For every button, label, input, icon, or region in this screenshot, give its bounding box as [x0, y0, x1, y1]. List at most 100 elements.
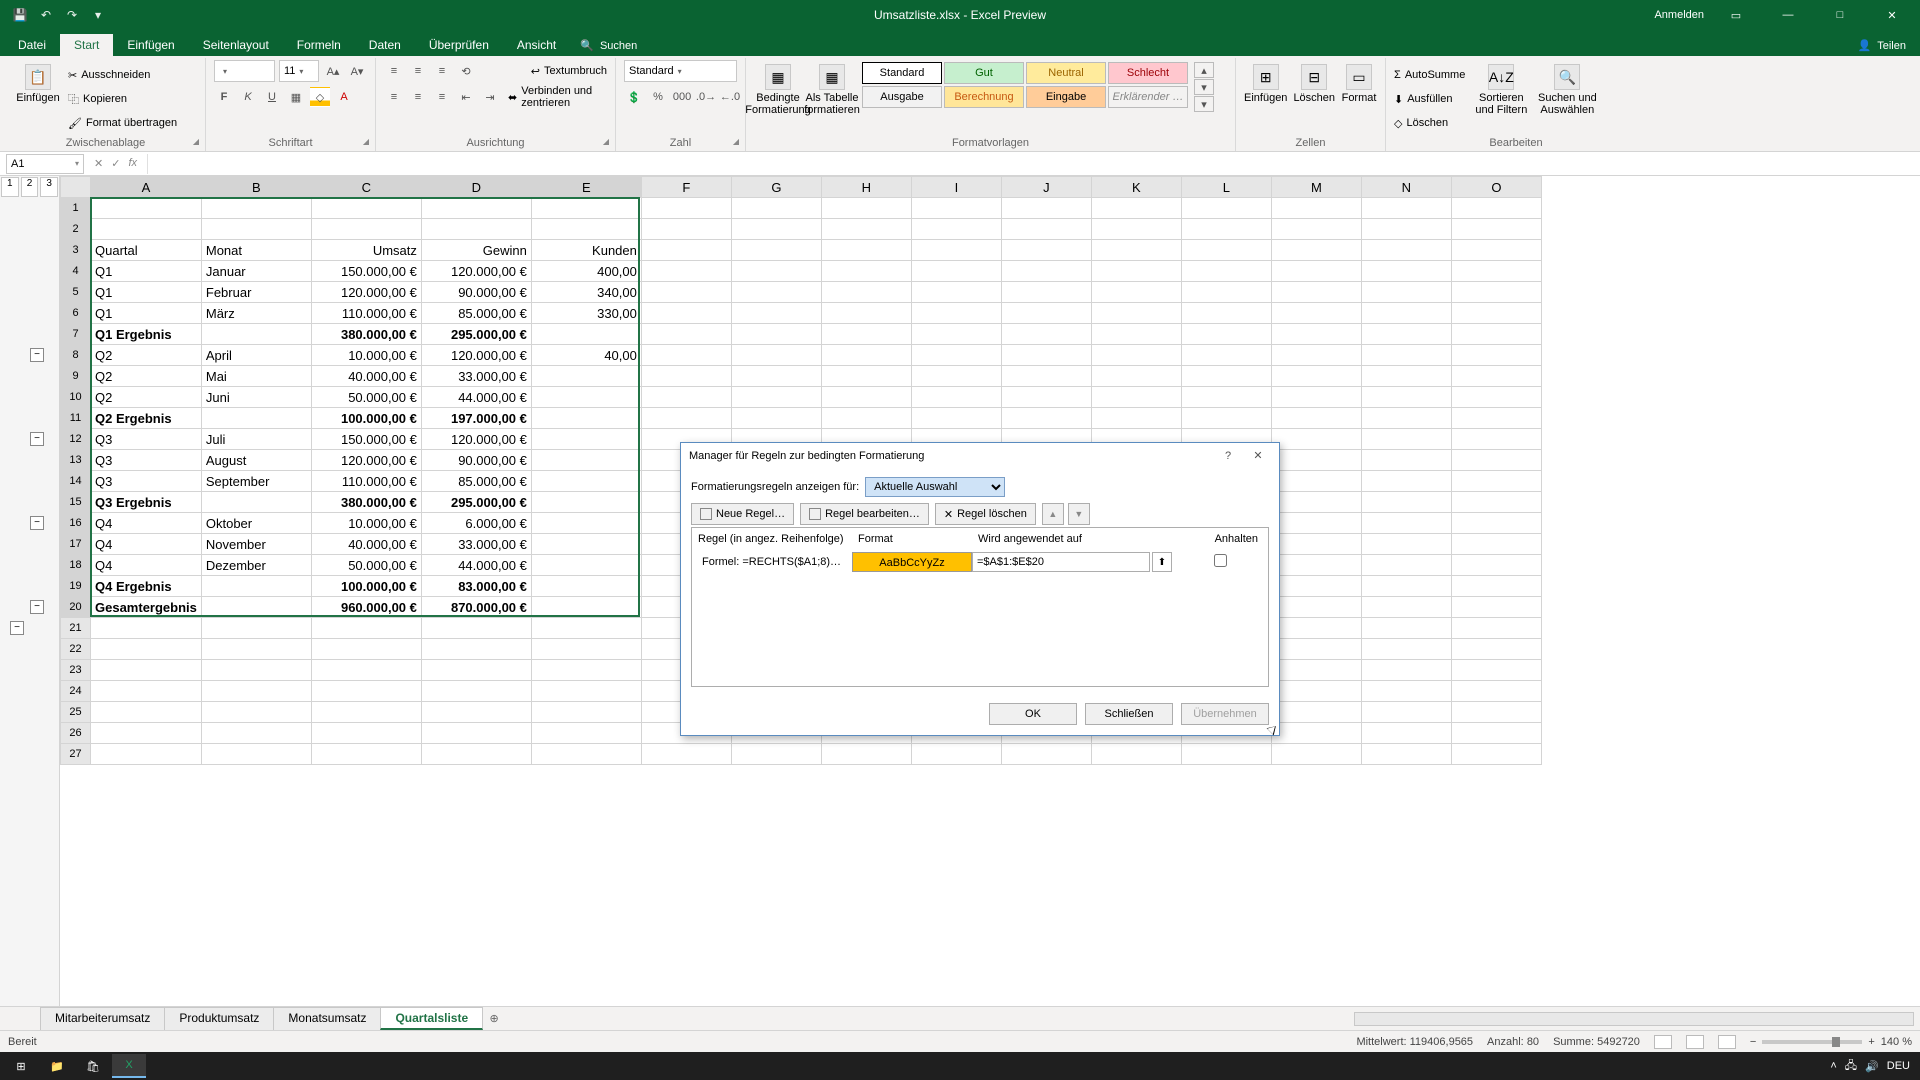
cell[interactable] — [531, 366, 641, 387]
page-break-view-icon[interactable] — [1718, 1035, 1736, 1049]
cell[interactable] — [1001, 303, 1091, 324]
cell[interactable]: Dezember — [201, 555, 311, 576]
outline-collapse-button[interactable]: − — [30, 432, 44, 446]
delete-rule-button[interactable]: ✕Regel löschen — [935, 503, 1036, 525]
cell-style-input[interactable]: Eingabe — [1026, 86, 1106, 108]
cell[interactable] — [1001, 261, 1091, 282]
percent-icon[interactable]: % — [648, 87, 668, 107]
cell[interactable] — [531, 744, 641, 765]
cell[interactable] — [1451, 345, 1541, 366]
increase-decimal-icon[interactable]: .0→ — [696, 87, 716, 107]
cell[interactable] — [1361, 303, 1451, 324]
cell[interactable] — [201, 639, 311, 660]
undo-icon[interactable]: ↶ — [38, 7, 54, 23]
row-header[interactable]: 3 — [61, 240, 91, 261]
outline-level-3[interactable]: 3 — [40, 177, 58, 197]
ok-button[interactable]: OK — [989, 703, 1077, 725]
cell[interactable] — [1361, 345, 1451, 366]
clear-button[interactable]: ◇Löschen — [1394, 112, 1465, 134]
cell[interactable] — [1451, 282, 1541, 303]
comma-icon[interactable]: 000 — [672, 87, 692, 107]
cell[interactable]: 120.000,00 € — [421, 261, 531, 282]
tab-formulas[interactable]: Formeln — [283, 34, 355, 56]
cell[interactable] — [421, 723, 531, 744]
cell[interactable] — [311, 702, 421, 723]
cut-button[interactable]: ✂Ausschneiden — [68, 64, 177, 86]
cell[interactable] — [1091, 366, 1181, 387]
cell[interactable]: April — [201, 345, 311, 366]
cell[interactable] — [641, 408, 731, 429]
cell[interactable] — [1451, 471, 1541, 492]
bold-button[interactable]: F — [214, 87, 234, 107]
rule-range-input[interactable] — [972, 552, 1150, 572]
italic-button[interactable]: K — [238, 87, 258, 107]
cell[interactable] — [911, 324, 1001, 345]
cell[interactable] — [1361, 429, 1451, 450]
cell-style-calc[interactable]: Berechnung — [944, 86, 1024, 108]
row-header[interactable]: 6 — [61, 303, 91, 324]
cell[interactable]: 110.000,00 € — [311, 303, 421, 324]
cell[interactable] — [1361, 681, 1451, 702]
tray-lang-icon[interactable]: DEU — [1887, 1060, 1910, 1072]
align-top-icon[interactable]: ≡ — [384, 61, 404, 81]
cell[interactable]: Gesamtergebnis — [91, 597, 202, 618]
column-header[interactable]: A — [91, 177, 202, 198]
dialog-help-icon[interactable]: ? — [1215, 446, 1241, 466]
cell[interactable] — [1001, 366, 1091, 387]
cell[interactable] — [821, 261, 911, 282]
cell[interactable] — [1451, 513, 1541, 534]
cell[interactable]: Oktober — [201, 513, 311, 534]
sheet-tab[interactable]: Produktumsatz — [164, 1007, 274, 1030]
cell[interactable] — [821, 366, 911, 387]
cell[interactable] — [1361, 576, 1451, 597]
cell[interactable]: 50.000,00 € — [311, 387, 421, 408]
cell[interactable] — [641, 261, 731, 282]
cell[interactable] — [1361, 702, 1451, 723]
merge-center-button[interactable]: ⬌Verbinden und zentrieren — [508, 86, 607, 108]
cell[interactable] — [201, 618, 311, 639]
cell[interactable] — [731, 219, 821, 240]
cell[interactable] — [1271, 597, 1361, 618]
cell[interactable] — [1361, 198, 1451, 219]
cell[interactable] — [1271, 324, 1361, 345]
cell[interactable] — [1181, 324, 1271, 345]
cell[interactable] — [1271, 660, 1361, 681]
cell-style-good[interactable]: Gut — [944, 62, 1024, 84]
cell[interactable] — [1001, 240, 1091, 261]
cell[interactable]: Q1 Ergebnis — [91, 324, 202, 345]
cell[interactable] — [911, 345, 1001, 366]
cell[interactable] — [531, 513, 641, 534]
cell[interactable] — [421, 639, 531, 660]
cell[interactable] — [641, 219, 731, 240]
cell[interactable]: Q4 — [91, 555, 202, 576]
row-header[interactable]: 27 — [61, 744, 91, 765]
cell[interactable]: Q3 — [91, 450, 202, 471]
cell[interactable] — [641, 366, 731, 387]
cell[interactable] — [1451, 387, 1541, 408]
row-header[interactable]: 19 — [61, 576, 91, 597]
copy-button[interactable]: ⿻Kopieren — [68, 88, 177, 110]
cell[interactable] — [1451, 324, 1541, 345]
cell[interactable] — [91, 198, 202, 219]
cell[interactable] — [1451, 429, 1541, 450]
tell-me-search[interactable]: 🔍Suchen — [570, 35, 647, 56]
cell[interactable]: 100.000,00 € — [311, 408, 421, 429]
fx-icon[interactable]: fx — [128, 157, 137, 170]
column-header[interactable]: I — [911, 177, 1001, 198]
align-left-icon[interactable]: ≡ — [384, 87, 404, 107]
dialog-launcher-icon[interactable]: ◢ — [603, 137, 609, 146]
cell[interactable] — [1271, 366, 1361, 387]
cell[interactable] — [1271, 681, 1361, 702]
cell[interactable]: 40.000,00 € — [311, 366, 421, 387]
cell[interactable]: 330,00 — [531, 303, 641, 324]
cell[interactable] — [1271, 702, 1361, 723]
cell[interactable] — [911, 282, 1001, 303]
column-header[interactable]: M — [1271, 177, 1361, 198]
cell[interactable] — [641, 303, 731, 324]
cell[interactable] — [1271, 219, 1361, 240]
cell[interactable] — [1271, 555, 1361, 576]
cell[interactable]: Juni — [201, 387, 311, 408]
cell[interactable] — [1271, 513, 1361, 534]
dialog-launcher-icon[interactable]: ◢ — [733, 137, 739, 146]
font-size-combo[interactable]: 11▾ — [279, 60, 319, 82]
